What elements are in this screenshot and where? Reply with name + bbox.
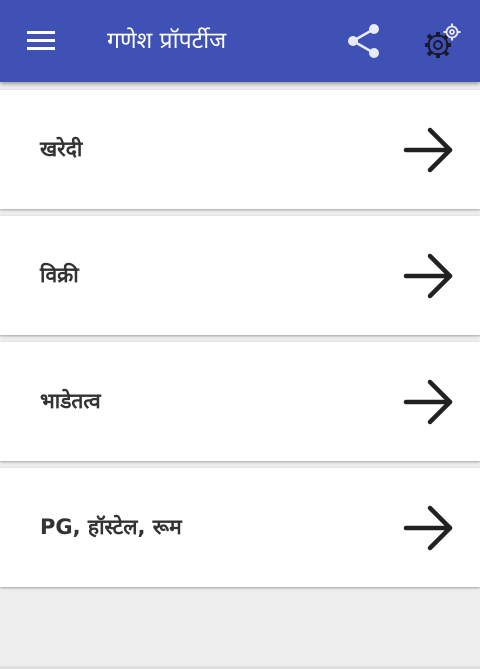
list-item-vikri[interactable]: विक्री: [0, 216, 480, 335]
list-item-label: खरेदी: [40, 137, 83, 161]
share-button[interactable]: [343, 20, 385, 62]
arrow-right-icon: [403, 253, 453, 299]
list-item-kharedi[interactable]: खरेदी: [0, 90, 480, 209]
list-item-label: भाडेतत्व: [40, 389, 101, 413]
app-title: गणेश प्रॉपर्टीज: [107, 28, 227, 54]
arrow-right-icon: [403, 127, 453, 173]
list-item-label: PG, हॉस्टेल, रूम: [40, 515, 182, 539]
settings-gear-icon: [425, 23, 461, 58]
category-list: खरेदी विक्री भाडेतत्व PG, हॉस्टेल, रूम: [0, 90, 480, 594]
menu-icon: [27, 31, 55, 50]
settings-button[interactable]: [421, 20, 465, 64]
arrow-right-icon: [403, 505, 453, 551]
list-item-bhadetatva[interactable]: भाडेतत्व: [0, 342, 480, 461]
list-item-pg-hostel-room[interactable]: PG, हॉस्टेल, रूम: [0, 468, 480, 587]
arrow-right-icon: [403, 379, 453, 425]
menu-button[interactable]: [24, 25, 60, 57]
share-icon: [348, 24, 379, 58]
app-bar: गणेश प्रॉपर्टीज: [0, 0, 480, 82]
list-item-label: विक्री: [40, 263, 79, 287]
